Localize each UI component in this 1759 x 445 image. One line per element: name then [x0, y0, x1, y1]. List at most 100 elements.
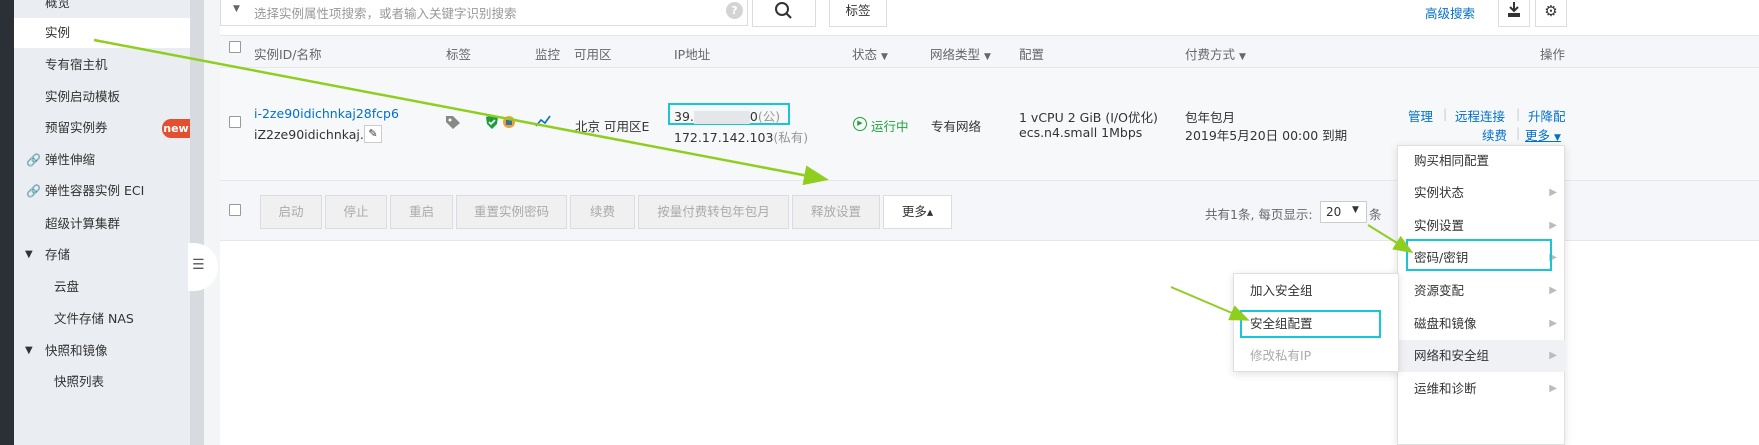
upgrade-link[interactable]: 升降配: [1528, 106, 1566, 125]
release-settings-button[interactable]: 释放设置: [792, 195, 880, 229]
caret-down-icon[interactable]: ▼: [233, 4, 240, 14]
pager-summary: 共有1条, 每页显示:: [1205, 207, 1313, 222]
sidebar-item-eci[interactable]: 🔗 弹性容器实例 ECI: [14, 176, 190, 206]
search-icon: [775, 2, 792, 19]
sidebar-item-dedicated-hosts[interactable]: 专有宿主机: [14, 50, 190, 80]
sidebar-item-nas[interactable]: 文件存储 NAS: [14, 304, 190, 334]
column-header-ops: 操作: [1540, 47, 1566, 62]
instance-id-link[interactable]: i-2ze90idichnkaj28fcp6: [254, 106, 399, 121]
caret-down-icon[interactable]: ▼: [1352, 205, 1359, 215]
submenu-item-join-security-group[interactable]: 加入安全组: [1233, 275, 1399, 307]
menu-item-label: 购买相同配置: [1414, 153, 1490, 168]
more-ops-link[interactable]: 更多 ▼: [1525, 125, 1561, 144]
sidebar-item-label: 预留实例券: [45, 120, 108, 135]
column-header-id: 实例ID/名称: [254, 47, 322, 62]
sidebar-section-storage[interactable]: ▼ 存储: [14, 240, 190, 270]
column-header-network[interactable]: 网络类型 ▼: [930, 44, 991, 63]
sidebar-item-launch-templates[interactable]: 实例启动模板: [14, 82, 190, 112]
tag-button[interactable]: 标签: [829, 0, 887, 27]
bulk-select-checkbox[interactable]: [229, 204, 241, 216]
caret-down-icon: ▼: [1554, 133, 1561, 143]
submenu-highlight-box: [1240, 310, 1381, 338]
menu-item-disk-image[interactable]: 磁盘和镜像 ▶: [1397, 308, 1565, 340]
renew-button[interactable]: 续费: [570, 195, 635, 229]
shield-icon[interactable]: [484, 114, 500, 130]
public-ip-tag: (公): [757, 109, 781, 124]
chevron-right-icon: ▶: [1549, 318, 1557, 329]
search-button[interactable]: [752, 0, 816, 27]
status-running: 运行中: [871, 119, 909, 134]
submenu-item-modify-private-ip[interactable]: 修改私有IP: [1233, 340, 1399, 372]
column-header-status[interactable]: 状态 ▼: [852, 44, 888, 63]
menu-item-network-security-group[interactable]: 网络和安全组 ▶: [1397, 340, 1565, 372]
pager-unit: 条: [1369, 207, 1382, 222]
column-header-billing[interactable]: 付费方式 ▼: [1185, 44, 1246, 63]
agent-icon[interactable]: [501, 114, 517, 130]
sidebar-item-snapshot-list[interactable]: 快照列表: [14, 367, 190, 397]
menu-item-buy-same-config[interactable]: 购买相同配置: [1397, 145, 1565, 177]
advanced-search-link[interactable]: 高级搜索: [1425, 3, 1475, 22]
caret-down-icon: ▼: [25, 345, 33, 356]
chevron-right-icon: ▶: [1549, 350, 1557, 361]
sidebar-item-label: 快照和镜像: [45, 343, 108, 358]
op-separator: |: [1516, 125, 1521, 140]
sidebar-item-label: 文件存储 NAS: [54, 311, 134, 326]
renew-link[interactable]: 续费: [1482, 125, 1507, 144]
caret-down-icon: ▼: [881, 52, 888, 62]
sidebar-item-label: 弹性容器实例 ECI: [45, 183, 145, 198]
page-size-select[interactable]: 20: [1320, 201, 1367, 223]
caret-down-icon: ▼: [25, 249, 33, 260]
menu-item-instance-status[interactable]: 实例状态 ▶: [1397, 177, 1565, 209]
zone-value: 北京 可用区E: [575, 119, 650, 134]
column-header-ip: IP地址: [674, 47, 711, 62]
remote-connect-link[interactable]: 远程连接: [1455, 106, 1505, 125]
menu-item-label: 磁盘和镜像: [1414, 316, 1477, 331]
reset-password-button[interactable]: 重置实例密码: [456, 195, 567, 229]
stop-button[interactable]: 停止: [325, 195, 387, 229]
caret-down-icon: ▼: [1239, 52, 1246, 62]
select-all-checkbox[interactable]: [229, 41, 241, 53]
row-checkbox[interactable]: [229, 116, 241, 128]
start-button[interactable]: 启动: [260, 195, 322, 229]
chevron-right-icon: ▶: [1549, 383, 1557, 394]
sidebar-item-cloud-disk[interactable]: 云盘: [14, 272, 190, 302]
billing-expiry: 2019年5月20日 00:00 到期: [1185, 128, 1348, 143]
sidebar-item-label: 云盘: [54, 279, 80, 294]
menu-item-ops-diagnostics[interactable]: 运维和诊断 ▶: [1397, 373, 1565, 405]
config-spec: 1 vCPU 2 GiB (I/O优化): [1019, 110, 1158, 125]
sidebar-item-label: 实例: [45, 25, 71, 40]
menu-item-instance-settings[interactable]: 实例设置 ▶: [1397, 210, 1565, 242]
ip-redaction: [693, 111, 750, 124]
sidebar-item-auto-scaling[interactable]: 🔗 弹性伸缩: [14, 145, 190, 175]
sidebar-section-snapshots[interactable]: ▼ 快照和镜像: [14, 336, 190, 366]
content-margin: [204, 0, 220, 445]
menu-item-label: 运维和诊断: [1414, 381, 1477, 396]
edit-icon[interactable]: ✎: [364, 125, 382, 143]
column-header-zone: 可用区: [574, 47, 612, 62]
tag-icon[interactable]: [444, 114, 462, 130]
settings-button[interactable]: ⚙: [1535, 0, 1567, 27]
menu-item-label: 实例状态: [1414, 185, 1465, 200]
sidebar-item-super-computing[interactable]: 超级计算集群: [14, 209, 190, 239]
public-ip-prefix: 39.: [674, 109, 694, 124]
restart-button[interactable]: 重启: [390, 195, 453, 229]
console-nav-strip: [0, 0, 14, 445]
sidebar-item-instances[interactable]: 实例: [14, 18, 190, 48]
help-icon[interactable]: ?: [726, 2, 743, 19]
menu-item-label: 资源变配: [1414, 283, 1465, 298]
convert-billing-button[interactable]: 按量付费转包年包月: [638, 195, 789, 229]
menu-item-resource-change[interactable]: 资源变配 ▶: [1397, 275, 1565, 307]
sidebar-item-reserved-instances[interactable]: 预留实例券 new: [14, 113, 190, 143]
more-actions-button[interactable]: 更多▴: [883, 195, 952, 229]
monitor-chart-icon[interactable]: [535, 114, 551, 128]
export-button[interactable]: [1498, 0, 1530, 27]
column-header-monitor: 监控: [535, 47, 561, 62]
sidebar-item-label: 实例启动模板: [45, 89, 121, 104]
search-placeholder: 选择实例属性项搜索，或者输入关键字识别搜索: [254, 6, 517, 21]
sidebar-item-label: 快照列表: [54, 374, 105, 389]
sidebar-item-overview[interactable]: 概览: [14, 0, 190, 18]
collapse-icon[interactable]: ☰: [192, 257, 205, 273]
public-ip: 39. 0(公): [674, 106, 780, 125]
export-icon: [1508, 2, 1520, 17]
manage-link[interactable]: 管理: [1408, 106, 1433, 125]
